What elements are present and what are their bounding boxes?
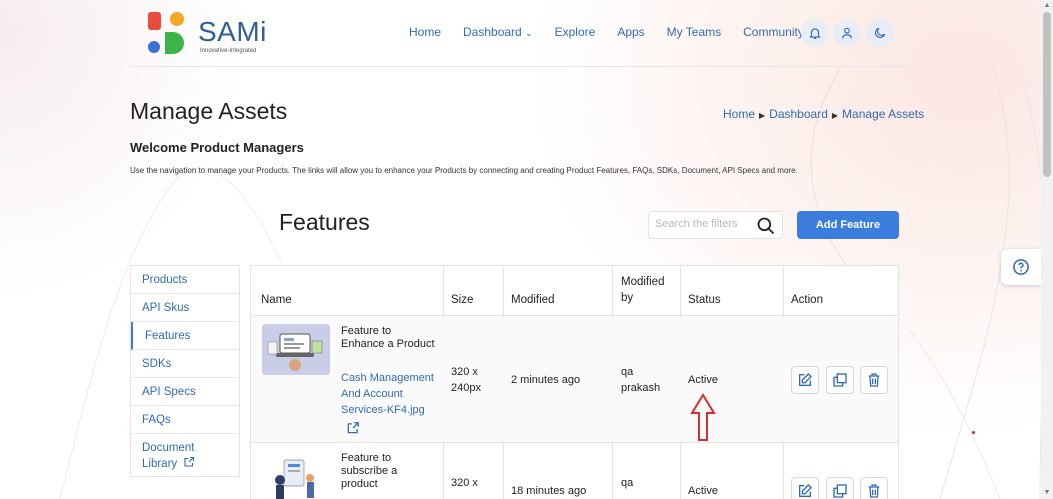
feature-thumbnail-image bbox=[262, 324, 330, 375]
page-scrollbar[interactable]: ▲ ▼ bbox=[1041, 0, 1053, 499]
table-row: Feature to subscribe a product 320 x 18 … bbox=[251, 444, 898, 499]
edit-button[interactable] bbox=[791, 366, 819, 394]
top-header: SAMi Innovative-Integrated Home Dashboar… bbox=[130, 0, 910, 67]
sidebar-item-products[interactable]: Products bbox=[131, 266, 239, 294]
feature-title: Feature to subscribe a product bbox=[341, 452, 398, 490]
breadcrumb: Home ▶ Dashboard ▶ Manage Assets bbox=[723, 107, 924, 121]
add-feature-button[interactable]: Add Feature bbox=[797, 211, 899, 239]
edit-icon bbox=[799, 373, 812, 386]
status-cell: Active bbox=[688, 374, 718, 386]
modified-cell: 18 minutes ago bbox=[511, 485, 587, 497]
breadcrumb-dashboard[interactable]: Dashboard bbox=[769, 107, 828, 121]
external-link-icon bbox=[184, 456, 195, 467]
column-header-size[interactable]: Size bbox=[443, 266, 473, 316]
sidebar-item-sdks[interactable]: SDKs bbox=[131, 350, 239, 378]
scroll-up-icon[interactable]: ▲ bbox=[1043, 2, 1051, 10]
trash-icon bbox=[868, 484, 880, 498]
nav-my-teams[interactable]: My Teams bbox=[667, 25, 721, 39]
external-link-icon[interactable] bbox=[346, 421, 360, 435]
table-row: Feature to Enhance a Product Cash Manage… bbox=[251, 317, 898, 443]
sidebar-item-faqs[interactable]: FAQs bbox=[131, 406, 239, 434]
intro-text: Use the navigation to manage your Produc… bbox=[130, 166, 798, 175]
sidebar-item-api-skus[interactable]: API Skus bbox=[131, 294, 239, 322]
edit-icon bbox=[799, 484, 812, 497]
nav-explore[interactable]: Explore bbox=[555, 25, 596, 39]
breadcrumb-manage-assets[interactable]: Manage Assets bbox=[842, 107, 924, 121]
annotation-dot bbox=[972, 431, 975, 434]
question-icon bbox=[1013, 259, 1029, 275]
feature-thumbnail-image bbox=[262, 450, 330, 499]
delete-button[interactable] bbox=[860, 477, 888, 499]
size-cell: 320 x bbox=[451, 477, 478, 489]
edit-button[interactable] bbox=[791, 477, 819, 499]
notifications-button[interactable] bbox=[801, 19, 829, 47]
sidebar-item-api-specs[interactable]: API Specs bbox=[131, 378, 239, 406]
page-title: Manage Assets bbox=[130, 98, 288, 124]
section-title: Features bbox=[279, 209, 370, 235]
scroll-down-icon[interactable]: ▼ bbox=[1043, 489, 1051, 497]
chevron-down-icon: ⌄ bbox=[525, 28, 533, 38]
main-nav: Home Dashboard ⌄ Explore Apps My Teams C… bbox=[409, 25, 837, 39]
modified-cell: 2 minutes ago bbox=[511, 374, 581, 386]
size-cell: 320 x 240px bbox=[451, 366, 481, 394]
nav-dashboard[interactable]: Dashboard ⌄ bbox=[463, 25, 533, 39]
duplicate-button[interactable] bbox=[826, 366, 854, 394]
scrollbar-thumb[interactable] bbox=[1043, 12, 1051, 177]
search-box bbox=[648, 211, 783, 239]
copy-icon bbox=[833, 484, 847, 498]
sami-logo-icon bbox=[148, 12, 184, 54]
nav-community-label: Community bbox=[743, 25, 804, 39]
search-icon[interactable] bbox=[756, 216, 776, 236]
brand-tagline: Innovative-Integrated bbox=[200, 48, 257, 54]
breadcrumb-separator-icon: ▶ bbox=[831, 111, 839, 120]
bell-icon bbox=[809, 28, 821, 39]
nav-home[interactable]: Home bbox=[409, 25, 441, 39]
theme-toggle-button[interactable] bbox=[866, 19, 894, 47]
column-header-modified-by[interactable]: Modified by bbox=[613, 266, 673, 316]
modified-by-cell: qa prakash bbox=[621, 366, 661, 394]
features-table: Name Size Modified Modified by Status Ac… bbox=[250, 265, 899, 499]
moon-icon bbox=[875, 27, 886, 38]
status-cell: Active bbox=[688, 485, 718, 497]
copy-icon bbox=[833, 373, 847, 387]
column-header-status[interactable]: Status bbox=[680, 266, 721, 316]
sidebar-item-features[interactable]: Features bbox=[131, 322, 239, 350]
sidebar-menu: Products API Skus Features SDKs API Spec… bbox=[130, 265, 240, 477]
column-header-modified[interactable]: Modified bbox=[503, 266, 554, 316]
help-button[interactable] bbox=[1001, 249, 1041, 285]
welcome-heading: Welcome Product Managers bbox=[130, 140, 304, 155]
breadcrumb-home[interactable]: Home bbox=[723, 107, 755, 121]
search-input[interactable] bbox=[655, 218, 755, 230]
column-header-name[interactable]: Name bbox=[253, 266, 292, 316]
user-icon bbox=[841, 27, 853, 39]
nav-dashboard-label: Dashboard bbox=[463, 25, 522, 39]
annotation-arrow-icon bbox=[690, 393, 716, 441]
table-header: Name Size Modified Modified by Status Ac… bbox=[251, 266, 898, 316]
breadcrumb-separator-icon: ▶ bbox=[759, 111, 766, 120]
sidebar-item-document-library[interactable]: Document Library bbox=[131, 434, 239, 476]
trash-icon bbox=[868, 373, 880, 387]
brand-logo[interactable]: SAMi Innovative-Integrated bbox=[146, 10, 276, 58]
profile-button[interactable] bbox=[833, 19, 861, 47]
column-header-action[interactable]: Action bbox=[783, 266, 823, 316]
modified-by-cell: qa bbox=[621, 477, 634, 489]
nav-apps[interactable]: Apps bbox=[617, 25, 644, 39]
feature-title: Feature to Enhance a Product bbox=[341, 325, 435, 350]
brand-name: SAMi bbox=[198, 16, 267, 47]
delete-button[interactable] bbox=[860, 366, 888, 394]
feature-file-link[interactable]: Cash Management And Account Services-KF4… bbox=[341, 370, 441, 418]
duplicate-button[interactable] bbox=[826, 477, 854, 499]
